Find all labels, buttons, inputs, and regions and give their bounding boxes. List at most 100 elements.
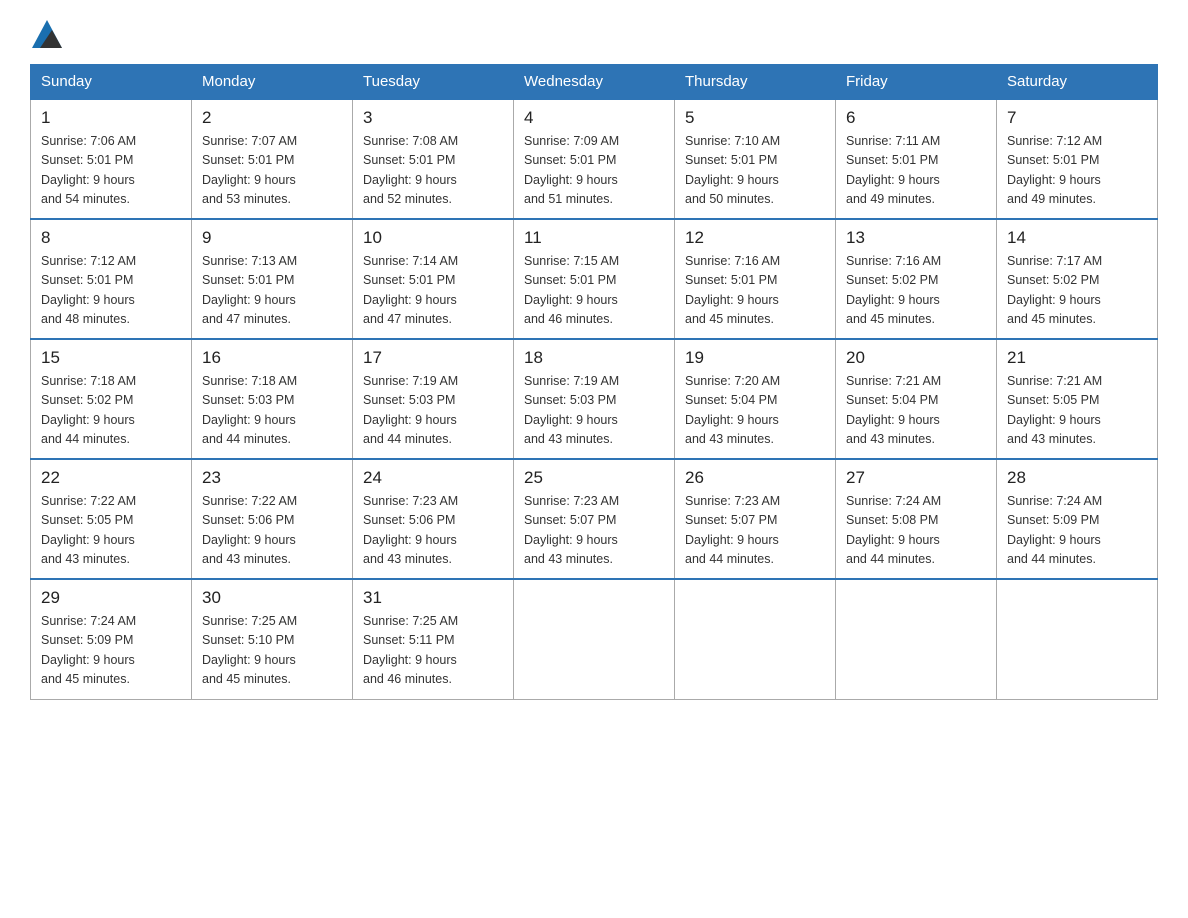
day-number: 26 xyxy=(685,468,825,488)
day-info: Sunrise: 7:09 AMSunset: 5:01 PMDaylight:… xyxy=(524,132,664,210)
day-cell: 24 Sunrise: 7:23 AMSunset: 5:06 PMDaylig… xyxy=(353,459,514,579)
day-cell: 1 Sunrise: 7:06 AMSunset: 5:01 PMDayligh… xyxy=(31,99,192,219)
day-number: 24 xyxy=(363,468,503,488)
day-cell: 28 Sunrise: 7:24 AMSunset: 5:09 PMDaylig… xyxy=(997,459,1158,579)
day-number: 9 xyxy=(202,228,342,248)
day-cell: 19 Sunrise: 7:20 AMSunset: 5:04 PMDaylig… xyxy=(675,339,836,459)
day-cell: 8 Sunrise: 7:12 AMSunset: 5:01 PMDayligh… xyxy=(31,219,192,339)
week-row-3: 15 Sunrise: 7:18 AMSunset: 5:02 PMDaylig… xyxy=(31,339,1158,459)
day-info: Sunrise: 7:12 AMSunset: 5:01 PMDaylight:… xyxy=(41,252,181,330)
day-info: Sunrise: 7:08 AMSunset: 5:01 PMDaylight:… xyxy=(363,132,503,210)
day-cell xyxy=(997,579,1158,699)
logo xyxy=(30,20,62,48)
day-number: 8 xyxy=(41,228,181,248)
day-cell: 11 Sunrise: 7:15 AMSunset: 5:01 PMDaylig… xyxy=(514,219,675,339)
day-cell xyxy=(836,579,997,699)
day-number: 30 xyxy=(202,588,342,608)
day-number: 15 xyxy=(41,348,181,368)
day-info: Sunrise: 7:18 AMSunset: 5:02 PMDaylight:… xyxy=(41,372,181,450)
day-cell: 21 Sunrise: 7:21 AMSunset: 5:05 PMDaylig… xyxy=(997,339,1158,459)
day-cell: 12 Sunrise: 7:16 AMSunset: 5:01 PMDaylig… xyxy=(675,219,836,339)
day-cell: 27 Sunrise: 7:24 AMSunset: 5:08 PMDaylig… xyxy=(836,459,997,579)
day-number: 10 xyxy=(363,228,503,248)
day-number: 17 xyxy=(363,348,503,368)
day-info: Sunrise: 7:24 AMSunset: 5:09 PMDaylight:… xyxy=(1007,492,1147,570)
day-number: 19 xyxy=(685,348,825,368)
day-info: Sunrise: 7:25 AMSunset: 5:11 PMDaylight:… xyxy=(363,612,503,690)
day-cell: 30 Sunrise: 7:25 AMSunset: 5:10 PMDaylig… xyxy=(192,579,353,699)
day-info: Sunrise: 7:23 AMSunset: 5:07 PMDaylight:… xyxy=(685,492,825,570)
day-cell: 20 Sunrise: 7:21 AMSunset: 5:04 PMDaylig… xyxy=(836,339,997,459)
day-cell: 14 Sunrise: 7:17 AMSunset: 5:02 PMDaylig… xyxy=(997,219,1158,339)
day-cell: 31 Sunrise: 7:25 AMSunset: 5:11 PMDaylig… xyxy=(353,579,514,699)
day-info: Sunrise: 7:19 AMSunset: 5:03 PMDaylight:… xyxy=(363,372,503,450)
day-info: Sunrise: 7:23 AMSunset: 5:07 PMDaylight:… xyxy=(524,492,664,570)
day-number: 20 xyxy=(846,348,986,368)
day-number: 1 xyxy=(41,108,181,128)
day-cell: 23 Sunrise: 7:22 AMSunset: 5:06 PMDaylig… xyxy=(192,459,353,579)
day-number: 31 xyxy=(363,588,503,608)
day-info: Sunrise: 7:14 AMSunset: 5:01 PMDaylight:… xyxy=(363,252,503,330)
week-row-5: 29 Sunrise: 7:24 AMSunset: 5:09 PMDaylig… xyxy=(31,579,1158,699)
day-info: Sunrise: 7:11 AMSunset: 5:01 PMDaylight:… xyxy=(846,132,986,210)
day-cell: 5 Sunrise: 7:10 AMSunset: 5:01 PMDayligh… xyxy=(675,99,836,219)
day-number: 22 xyxy=(41,468,181,488)
day-cell: 17 Sunrise: 7:19 AMSunset: 5:03 PMDaylig… xyxy=(353,339,514,459)
day-info: Sunrise: 7:18 AMSunset: 5:03 PMDaylight:… xyxy=(202,372,342,450)
day-info: Sunrise: 7:13 AMSunset: 5:01 PMDaylight:… xyxy=(202,252,342,330)
day-number: 3 xyxy=(363,108,503,128)
day-cell: 13 Sunrise: 7:16 AMSunset: 5:02 PMDaylig… xyxy=(836,219,997,339)
day-info: Sunrise: 7:16 AMSunset: 5:01 PMDaylight:… xyxy=(685,252,825,330)
day-number: 28 xyxy=(1007,468,1147,488)
day-cell: 2 Sunrise: 7:07 AMSunset: 5:01 PMDayligh… xyxy=(192,99,353,219)
day-cell: 26 Sunrise: 7:23 AMSunset: 5:07 PMDaylig… xyxy=(675,459,836,579)
day-cell xyxy=(675,579,836,699)
day-info: Sunrise: 7:21 AMSunset: 5:05 PMDaylight:… xyxy=(1007,372,1147,450)
day-info: Sunrise: 7:12 AMSunset: 5:01 PMDaylight:… xyxy=(1007,132,1147,210)
day-cell: 7 Sunrise: 7:12 AMSunset: 5:01 PMDayligh… xyxy=(997,99,1158,219)
day-info: Sunrise: 7:07 AMSunset: 5:01 PMDaylight:… xyxy=(202,132,342,210)
header-cell-sunday: Sunday xyxy=(31,65,192,100)
day-cell xyxy=(514,579,675,699)
day-number: 27 xyxy=(846,468,986,488)
day-number: 14 xyxy=(1007,228,1147,248)
day-number: 7 xyxy=(1007,108,1147,128)
day-info: Sunrise: 7:17 AMSunset: 5:02 PMDaylight:… xyxy=(1007,252,1147,330)
header-cell-saturday: Saturday xyxy=(997,65,1158,100)
day-cell: 18 Sunrise: 7:19 AMSunset: 5:03 PMDaylig… xyxy=(514,339,675,459)
day-number: 25 xyxy=(524,468,664,488)
day-cell: 4 Sunrise: 7:09 AMSunset: 5:01 PMDayligh… xyxy=(514,99,675,219)
day-info: Sunrise: 7:24 AMSunset: 5:09 PMDaylight:… xyxy=(41,612,181,690)
day-cell: 15 Sunrise: 7:18 AMSunset: 5:02 PMDaylig… xyxy=(31,339,192,459)
day-info: Sunrise: 7:22 AMSunset: 5:05 PMDaylight:… xyxy=(41,492,181,570)
day-cell: 10 Sunrise: 7:14 AMSunset: 5:01 PMDaylig… xyxy=(353,219,514,339)
day-info: Sunrise: 7:21 AMSunset: 5:04 PMDaylight:… xyxy=(846,372,986,450)
day-number: 12 xyxy=(685,228,825,248)
header-cell-tuesday: Tuesday xyxy=(353,65,514,100)
header-cell-wednesday: Wednesday xyxy=(514,65,675,100)
day-info: Sunrise: 7:10 AMSunset: 5:01 PMDaylight:… xyxy=(685,132,825,210)
day-number: 13 xyxy=(846,228,986,248)
logo-icon xyxy=(32,20,62,48)
day-cell: 16 Sunrise: 7:18 AMSunset: 5:03 PMDaylig… xyxy=(192,339,353,459)
header-cell-monday: Monday xyxy=(192,65,353,100)
day-number: 2 xyxy=(202,108,342,128)
day-info: Sunrise: 7:06 AMSunset: 5:01 PMDaylight:… xyxy=(41,132,181,210)
header-cell-friday: Friday xyxy=(836,65,997,100)
week-row-4: 22 Sunrise: 7:22 AMSunset: 5:05 PMDaylig… xyxy=(31,459,1158,579)
header xyxy=(30,20,1158,48)
day-info: Sunrise: 7:24 AMSunset: 5:08 PMDaylight:… xyxy=(846,492,986,570)
header-cell-thursday: Thursday xyxy=(675,65,836,100)
day-info: Sunrise: 7:20 AMSunset: 5:04 PMDaylight:… xyxy=(685,372,825,450)
day-number: 5 xyxy=(685,108,825,128)
day-cell: 25 Sunrise: 7:23 AMSunset: 5:07 PMDaylig… xyxy=(514,459,675,579)
calendar-table: SundayMondayTuesdayWednesdayThursdayFrid… xyxy=(30,64,1158,700)
day-number: 11 xyxy=(524,228,664,248)
day-cell: 6 Sunrise: 7:11 AMSunset: 5:01 PMDayligh… xyxy=(836,99,997,219)
day-info: Sunrise: 7:19 AMSunset: 5:03 PMDaylight:… xyxy=(524,372,664,450)
day-number: 6 xyxy=(846,108,986,128)
week-row-2: 8 Sunrise: 7:12 AMSunset: 5:01 PMDayligh… xyxy=(31,219,1158,339)
day-cell: 22 Sunrise: 7:22 AMSunset: 5:05 PMDaylig… xyxy=(31,459,192,579)
day-number: 21 xyxy=(1007,348,1147,368)
day-cell: 9 Sunrise: 7:13 AMSunset: 5:01 PMDayligh… xyxy=(192,219,353,339)
